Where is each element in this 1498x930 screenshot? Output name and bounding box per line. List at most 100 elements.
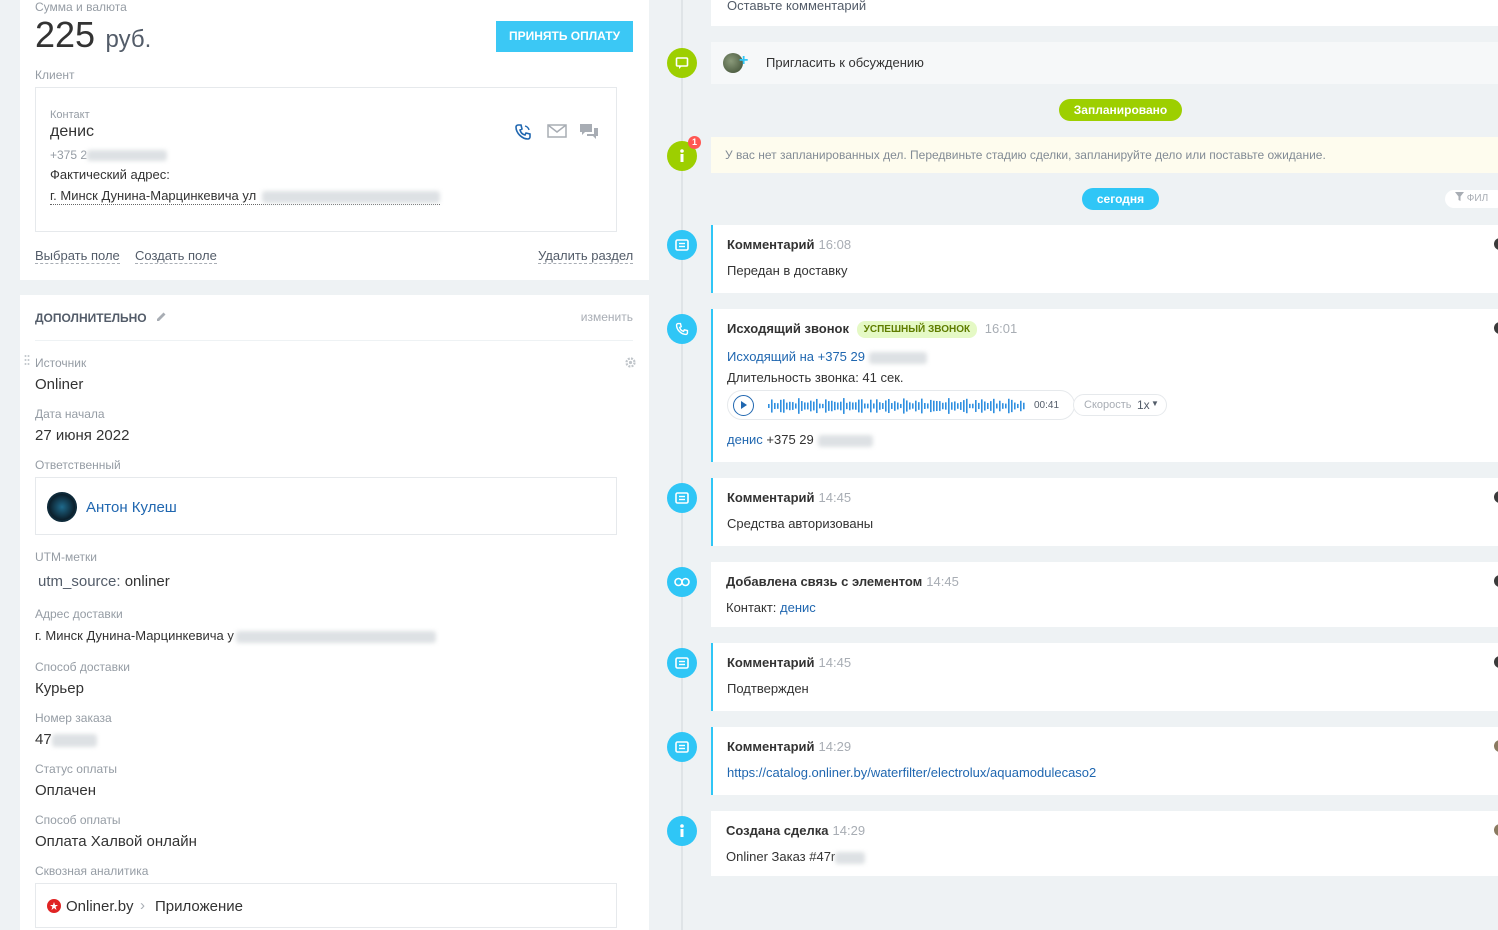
call-target[interactable]: Исходящий на +375 29 — [727, 349, 927, 364]
chat-icon[interactable] — [579, 123, 599, 146]
choose-field-link[interactable]: Выбрать поле — [35, 248, 120, 264]
waveform-bar — [951, 402, 953, 410]
waveform-bar — [831, 400, 833, 412]
waveform-bar — [801, 401, 803, 411]
waveform-bar — [894, 401, 896, 411]
pencil-icon[interactable] — [156, 311, 167, 325]
waveform-bar — [879, 402, 881, 410]
drag-handle-icon[interactable] — [24, 354, 30, 373]
waveform-bar — [930, 399, 932, 413]
today-pill: сегодня — [1082, 188, 1159, 210]
planned-pill: Запланировано — [1059, 99, 1182, 121]
filter-icon — [1455, 192, 1467, 204]
item-text: Средства авторизованы — [727, 516, 874, 531]
play-icon[interactable] — [733, 395, 754, 416]
waveform-bar — [954, 401, 956, 411]
comment-placeholder[interactable]: Оставьте комментарий — [727, 0, 866, 13]
waveform-bar — [945, 402, 947, 410]
waveform-bar — [933, 400, 935, 412]
gear-icon[interactable] — [624, 356, 637, 374]
contact-phone[interactable]: +375 2 — [50, 148, 168, 162]
additional-title: ДОПОЛНИТЕЛЬНО — [35, 311, 167, 325]
responsible-label: Ответственный — [35, 458, 121, 472]
amount-label: Сумма и валюта — [35, 0, 127, 14]
chevron-down-icon: ▼ — [1151, 399, 1159, 408]
analytics-source: Onliner.by — [66, 898, 134, 915]
client-contact-box: Контакт денис +375 2 Фактический адрес: … — [35, 87, 617, 232]
call-contact[interactable]: денис +375 29 — [727, 432, 873, 447]
waveform-bar — [957, 403, 959, 409]
order-number-value: 47 — [35, 731, 97, 748]
source-value: Onliner — [35, 376, 84, 393]
waveform-bar — [999, 400, 1001, 412]
start-date-value: 27 июня 2022 — [35, 427, 130, 444]
contact-label: Контакт — [50, 109, 90, 121]
item-title: Комментарий 16:08 — [727, 237, 852, 252]
waveform-bar — [807, 402, 809, 410]
edit-link[interactable]: изменить — [581, 310, 633, 324]
waveform-bar — [867, 403, 869, 409]
waveform-bar — [876, 399, 878, 413]
waveform-bar — [849, 401, 851, 411]
waveform-bar — [939, 401, 941, 411]
waveform-bar — [915, 400, 917, 412]
payment-method-label: Способ оплаты — [35, 813, 121, 827]
speed-label: Скорость — [1084, 399, 1132, 411]
chevron-right-icon: › — [140, 897, 145, 914]
invite-label[interactable]: Пригласить к обсуждению — [766, 55, 924, 70]
filter-button[interactable]: ФИЛ — [1445, 190, 1498, 208]
waveform-bar — [996, 403, 998, 409]
add-icon[interactable]: + — [739, 52, 748, 70]
item-text: Onliner Заказ #47r — [726, 849, 866, 864]
contact-link[interactable]: денис — [780, 600, 816, 615]
waveform-bar — [972, 403, 974, 409]
speed-control[interactable]: Скорость 1x ▼ — [1073, 394, 1167, 416]
comment-box[interactable]: Оставьте комментарий — [711, 0, 1498, 26]
item-title: Комментарий 14:45 — [727, 490, 852, 505]
create-field-link[interactable]: Создать поле — [135, 248, 217, 264]
waveform-bar — [1017, 403, 1019, 409]
timeline-item-comment: Комментарий 14:45 Подтвержден — [711, 643, 1498, 711]
waveform-bar — [792, 402, 794, 410]
avatar[interactable] — [47, 492, 77, 522]
delete-section-link[interactable]: Удалить раздел — [538, 248, 634, 264]
waveform-bar — [783, 399, 785, 413]
additional-card: ДОПОЛНИТЕЛЬНО изменить Источник Onliner … — [20, 295, 649, 930]
waveform-bar — [789, 401, 791, 411]
audio-time: 00:41 — [1034, 400, 1060, 411]
waveform-bar — [927, 403, 929, 409]
waveform-bar — [897, 402, 899, 410]
payment-method-value: Оплата Халвой онлайн — [35, 833, 197, 850]
info-icon — [667, 816, 697, 846]
onliner-logo-icon — [47, 899, 61, 918]
utm-label: UTM-метки — [35, 550, 97, 564]
amount-display: 225 руб. — [35, 14, 151, 56]
comment-icon — [667, 483, 697, 513]
accept-payment-button[interactable]: ПРИНЯТЬ ОПЛАТУ — [496, 21, 633, 52]
waveform-bar — [900, 403, 902, 409]
waveform-bar — [810, 400, 812, 412]
avatar — [1494, 740, 1498, 752]
waveform-bar — [771, 399, 773, 413]
invite-row[interactable]: + Пригласить к обсуждению — [711, 42, 1498, 84]
waveform-bar — [906, 400, 908, 412]
waveform-bar — [780, 399, 782, 413]
waveform-bar — [942, 402, 944, 410]
analytics-channel: Приложение — [155, 898, 243, 915]
contact-name[interactable]: денис — [50, 123, 94, 141]
waveform-bar — [882, 403, 884, 409]
waveform-bar — [966, 398, 968, 414]
delivery-address-value: г. Минск Дунина-Марцинкевича у — [35, 628, 436, 643]
waveform-bar — [963, 400, 965, 412]
waveform-bar — [993, 398, 995, 414]
waveform-bar — [921, 398, 923, 414]
catalog-link[interactable]: https://catalog.onliner.by/waterfilter/e… — [727, 765, 1096, 780]
phone-icon[interactable] — [514, 123, 532, 146]
waveform-bar — [852, 402, 854, 410]
waveform-bar — [843, 398, 845, 414]
waveform-bar — [840, 401, 842, 411]
waveform[interactable] — [768, 396, 1026, 416]
waveform-bar — [837, 402, 839, 410]
responsible-name[interactable]: Антон Кулеш — [86, 499, 177, 516]
email-icon[interactable] — [547, 124, 567, 143]
